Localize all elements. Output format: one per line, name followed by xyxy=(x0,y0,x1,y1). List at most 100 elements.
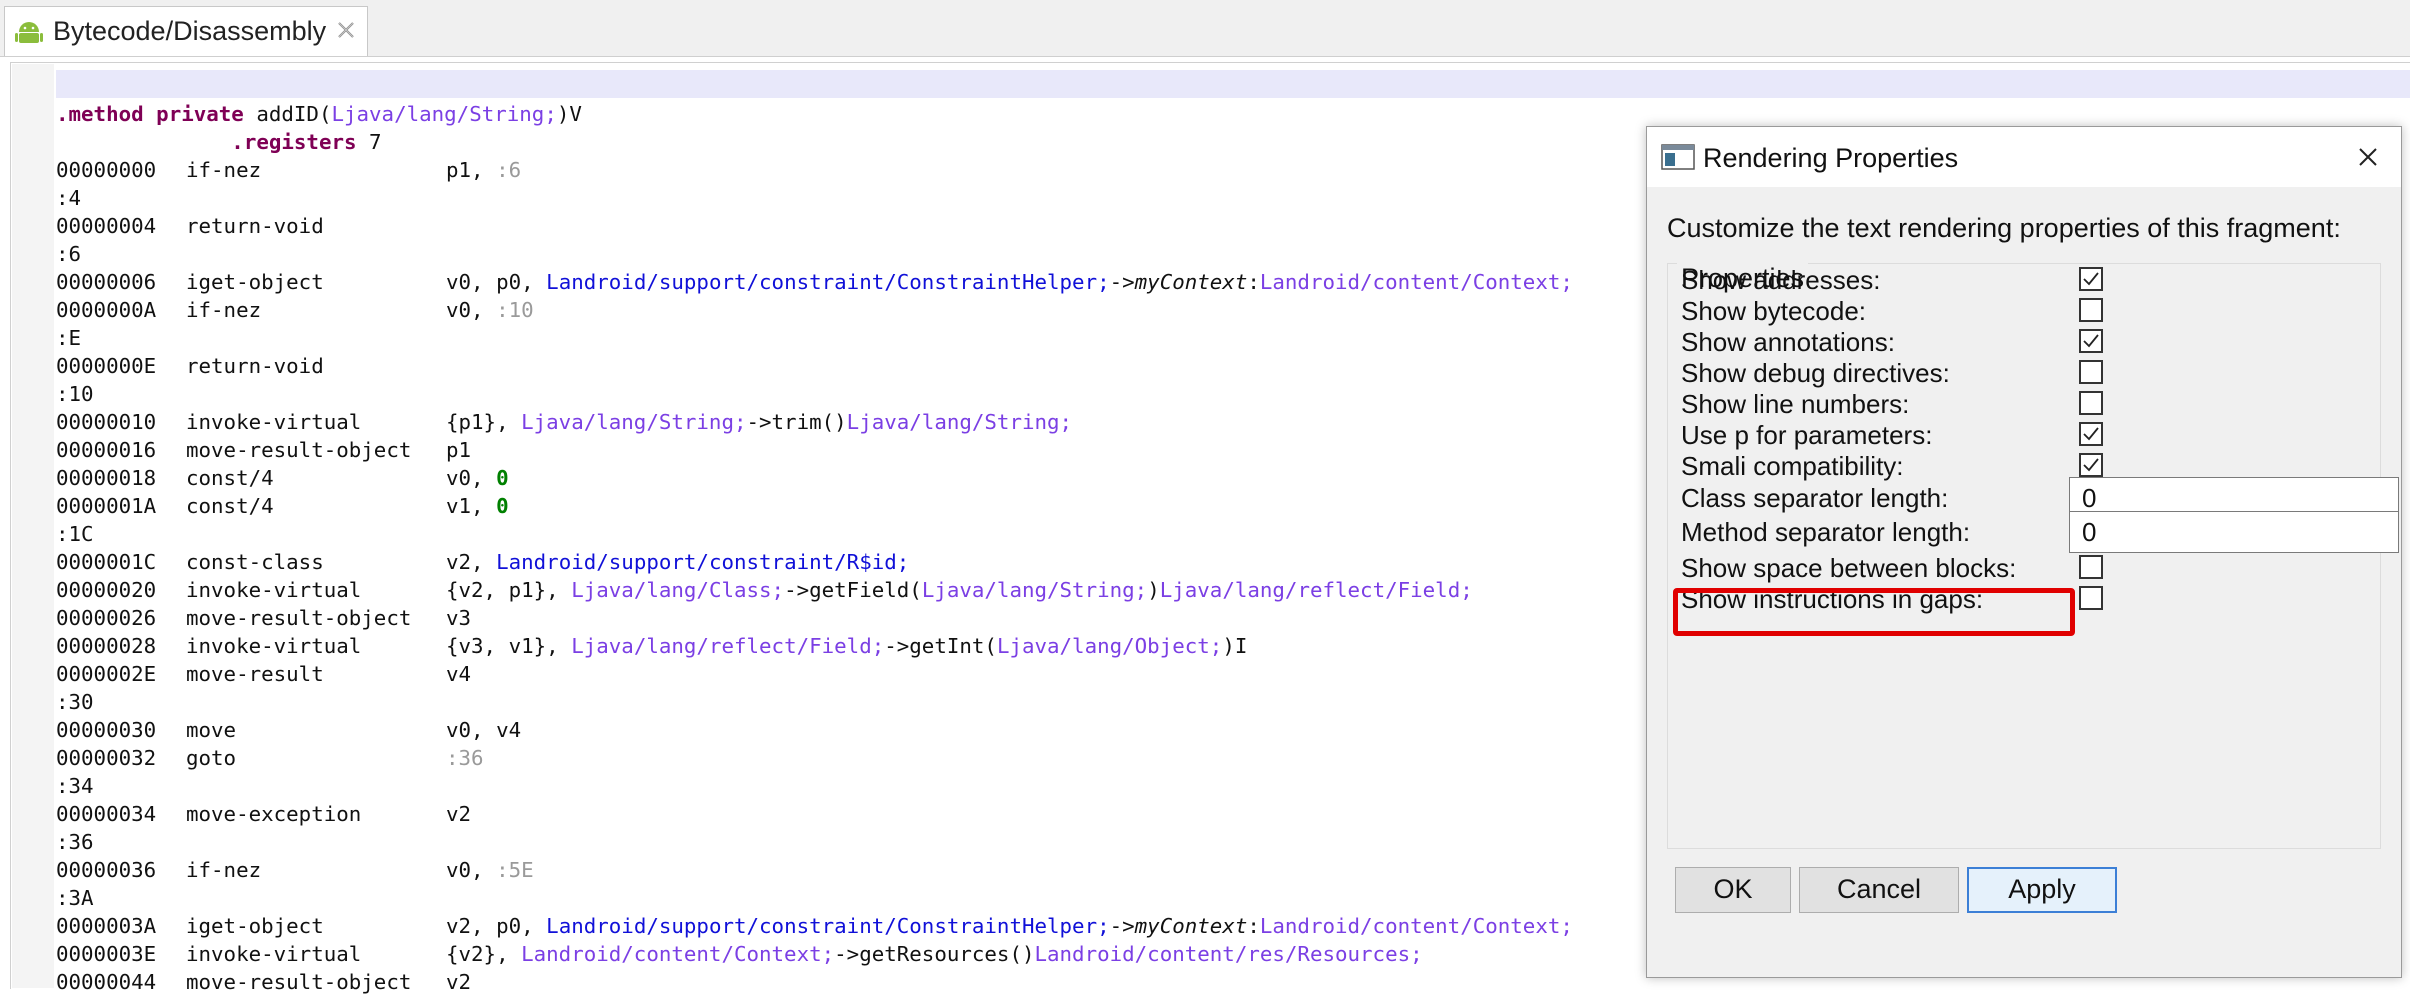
opcode: return-void xyxy=(186,214,324,238)
code-line: 00000028 invoke-virtual {v3, v1}, Ljava/la… xyxy=(56,632,1573,660)
close-icon[interactable] xyxy=(2355,144,2381,170)
code-line: 00000034 move-exception v2 xyxy=(56,800,1573,828)
instruction-address: 0000002E xyxy=(56,662,157,686)
code-line: 00000036 if-nez v0, :5E xyxy=(56,856,1573,884)
editor-gutter xyxy=(12,64,54,988)
checkmark-icon xyxy=(2083,272,2099,286)
show-annotations-checkbox[interactable] xyxy=(2079,329,2103,353)
code-token: Ljava/lang/String; xyxy=(521,410,747,434)
editor-tab-bar: Bytecode/Disassembly xyxy=(0,0,2410,57)
code-token: :1C xyxy=(56,522,94,546)
code-token: v2, xyxy=(446,550,497,574)
code-line: .registers 7 xyxy=(56,128,1573,156)
code-line: 00000000 if-nez p1, :6 xyxy=(56,156,1573,184)
code-token: :30 xyxy=(56,690,94,714)
code-line: :E xyxy=(56,324,1573,352)
code-token: :10 xyxy=(56,382,94,406)
code-line: :36 xyxy=(56,828,1573,856)
dialog-titlebar[interactable]: Rendering Properties xyxy=(1647,127,2401,187)
code-token: :5E xyxy=(496,858,534,882)
instruction-address: 00000044 xyxy=(56,970,157,994)
android-icon xyxy=(15,22,43,43)
instruction-address: 0000001C xyxy=(56,550,157,574)
code-token: {v2, p1}, xyxy=(446,578,572,602)
code-line: 0000002E move-result v4 xyxy=(56,660,1573,688)
code-line: :30 xyxy=(56,688,1573,716)
close-tab-icon[interactable] xyxy=(335,19,357,41)
opcode: return-void xyxy=(186,354,324,378)
show-debug-directives-checkbox[interactable] xyxy=(2079,360,2103,384)
code-token: {v2}, xyxy=(446,942,522,966)
dialog-description: Customize the text rendering properties … xyxy=(1667,213,2341,243)
instruction-address: 00000016 xyxy=(56,438,157,462)
code-token: :6 xyxy=(496,158,522,182)
use-p-for-parameters-checkbox[interactable] xyxy=(2079,422,2103,446)
code-line: 0000003E invoke-virtual {v2}, Landroid/con… xyxy=(56,940,1573,968)
opcode: const-class xyxy=(186,550,324,574)
checkmark-icon xyxy=(2083,427,2099,441)
code-token: Ljava/lang/String; xyxy=(846,410,1073,434)
show-addresses-checkbox[interactable] xyxy=(2079,267,2103,291)
opcode: const/4 xyxy=(186,466,274,490)
disassembly-code[interactable]: .method private addID(Ljava/lang/String;… xyxy=(56,100,1573,996)
ok-button[interactable]: OK xyxy=(1675,867,1791,913)
instruction-address: 00000004 xyxy=(56,214,157,238)
code-token: :36 xyxy=(446,746,484,770)
instruction-address: 00000034 xyxy=(56,802,157,826)
rendering-properties-dialog: Rendering Properties Customize the text … xyxy=(1646,126,2402,978)
code-token: addID( xyxy=(256,102,332,126)
instruction-address: 0000003A xyxy=(56,914,157,938)
show-line-numbers-checkbox[interactable] xyxy=(2079,391,2103,415)
code-line: 00000032 goto:36 xyxy=(56,744,1573,772)
code-token: :6 xyxy=(56,242,82,266)
code-token: 7 xyxy=(369,130,382,154)
code-line: 0000001A const/4 v1, 0 xyxy=(56,492,1573,520)
instruction-address: 0000000E xyxy=(56,354,157,378)
code-token: Landroid/support/constraint/ConstraintHe… xyxy=(546,914,1110,938)
code-token: : xyxy=(1247,914,1260,938)
code-token: myContext xyxy=(1134,270,1248,294)
code-token: Ljava/lang/reflect/Field; xyxy=(1159,578,1473,602)
opcode: invoke-virtual xyxy=(186,942,362,966)
code-token: {p1}, xyxy=(446,410,522,434)
checkmark-icon xyxy=(2083,458,2099,472)
instruction-address: 0000003E xyxy=(56,942,157,966)
code-token: v2 xyxy=(446,970,472,994)
code-token: ) xyxy=(1147,578,1160,602)
code-token: ->trim() xyxy=(746,410,847,434)
code-token: ->getField( xyxy=(784,578,922,602)
show-space-between-blocks-checkbox[interactable] xyxy=(2079,555,2103,579)
opcode: move-result-object xyxy=(186,970,412,994)
opcode: move-result-object xyxy=(186,438,412,462)
code-line: 00000020 invoke-virtual {v2, p1}, Ljava/la… xyxy=(56,576,1573,604)
tab-bytecode-disassembly[interactable]: Bytecode/Disassembly xyxy=(4,6,368,56)
code-line: 00000006 iget-object v0, p0, Landroid/supp… xyxy=(56,268,1573,296)
code-token: ->getResources() xyxy=(834,942,1035,966)
code-token: Ljava/lang/String; xyxy=(331,102,557,126)
smali-compatibility-checkbox[interactable] xyxy=(2079,453,2103,477)
cancel-button[interactable]: Cancel xyxy=(1799,867,1959,913)
opcode: if-nez xyxy=(186,858,262,882)
code-token: p1 xyxy=(446,438,472,462)
instruction-address: 00000000 xyxy=(56,158,157,182)
opcode: const/4 xyxy=(186,494,274,518)
instruction-address: 00000010 xyxy=(56,410,157,434)
code-token: :3A xyxy=(56,886,94,910)
code-line: 0000000E return-void xyxy=(56,352,1573,380)
show-instructions-in-gaps-checkbox[interactable] xyxy=(2079,586,2103,610)
opcode: move xyxy=(186,718,237,742)
opcode: goto xyxy=(186,746,237,770)
code-token: Ljava/lang/reflect/Field; xyxy=(571,634,885,658)
opcode: invoke-virtual xyxy=(186,578,362,602)
property-label: Method separator length: xyxy=(1681,517,1971,547)
code-token: v0, xyxy=(446,858,497,882)
show-bytecode-checkbox[interactable] xyxy=(2079,298,2103,322)
instruction-address: 00000020 xyxy=(56,578,157,602)
code-token: :36 xyxy=(56,830,94,854)
code-line: 00000026 move-result-object v3 xyxy=(56,604,1573,632)
code-token: .method xyxy=(56,102,157,126)
code-token: myContext xyxy=(1134,914,1248,938)
apply-button[interactable]: Apply xyxy=(1967,867,2117,913)
code-token: v0, xyxy=(446,466,497,490)
code-token: .registers xyxy=(231,130,370,154)
